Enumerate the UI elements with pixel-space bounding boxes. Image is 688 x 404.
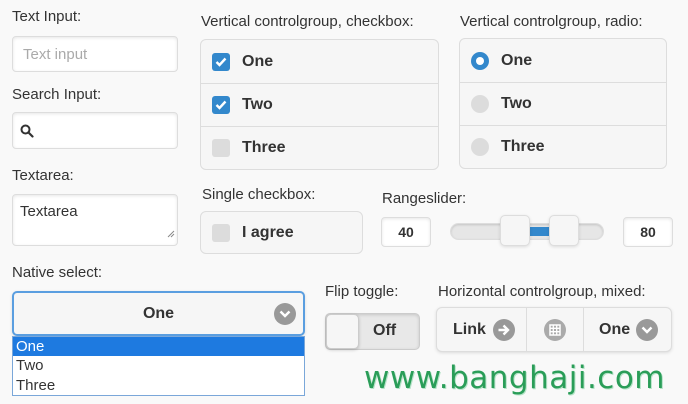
checkbox-checked-icon <box>212 96 230 114</box>
link-button-label: Link <box>453 320 486 338</box>
checkbox-item-label: One <box>242 52 274 70</box>
checkbox-unchecked-icon <box>212 223 230 242</box>
checkbox-item-label: Two <box>242 96 273 113</box>
native-select-value: One <box>142 304 175 322</box>
radio-item-one[interactable]: One <box>460 39 666 82</box>
flip-toggle-knob[interactable] <box>326 314 359 349</box>
horizontal-group-label: Horizontal controlgroup, mixed: <box>438 283 646 300</box>
text-input[interactable] <box>21 45 169 64</box>
radio-item-label: One <box>501 51 533 69</box>
select-option[interactable]: Three <box>13 376 304 396</box>
range-min-input[interactable]: 40 <box>381 217 431 247</box>
checkbox-item-label: Three <box>242 139 286 156</box>
flip-toggle-state: Off <box>373 322 397 339</box>
search-input-label: Search Input: <box>12 86 102 103</box>
textarea-wrapper: Textarea <box>12 194 178 246</box>
search-icon <box>20 124 34 138</box>
native-select-label: Native select: <box>12 264 103 281</box>
rangeslider-label: Rangeslider: <box>382 190 467 207</box>
search-input[interactable] <box>38 121 168 140</box>
checkbox-item-three[interactable]: Three <box>201 126 438 169</box>
radio-item-three[interactable]: Three <box>460 125 666 168</box>
vertical-radio-group: One Two Three <box>459 38 667 169</box>
mixed-select-value: One <box>599 320 631 338</box>
range-max-input[interactable]: 80 <box>623 217 673 247</box>
native-select-button[interactable]: One <box>12 291 305 336</box>
vertical-checkbox-label: Vertical controlgroup, checkbox: <box>201 13 414 30</box>
range-min-value: 40 <box>398 224 414 240</box>
radio-item-label: Two <box>501 95 532 112</box>
text-input-wrapper <box>12 36 178 72</box>
grid-icon <box>544 318 566 341</box>
range-handle-min[interactable] <box>499 215 530 246</box>
grid-button[interactable] <box>527 308 584 351</box>
textarea-label: Textarea: <box>12 167 74 184</box>
range-max-value: 80 <box>640 224 656 240</box>
radio-unselected-icon <box>471 95 489 113</box>
radio-unselected-icon <box>471 138 489 156</box>
checkbox-item-two[interactable]: Two <box>201 83 438 126</box>
single-checkbox-label: Single checkbox: <box>202 186 316 203</box>
radio-item-label: Three <box>501 138 545 155</box>
chevron-down-icon <box>636 318 659 341</box>
link-button[interactable]: Link <box>437 308 527 351</box>
select-option[interactable]: One <box>13 337 304 356</box>
text-input-label: Text Input: <box>12 8 82 25</box>
watermark-text: www.banghaji.com <box>364 360 666 396</box>
search-input-wrapper <box>12 112 178 149</box>
flip-toggle-label: Flip toggle: <box>325 283 399 300</box>
radio-item-two[interactable]: Two <box>460 82 666 125</box>
vertical-radio-label: Vertical controlgroup, radio: <box>460 13 643 30</box>
horizontal-group: Link One <box>436 307 672 352</box>
chevron-down-icon <box>274 303 296 325</box>
single-checkbox-row[interactable]: I agree <box>201 212 362 253</box>
single-checkbox[interactable]: I agree <box>200 211 363 254</box>
resize-handle-icon[interactable] <box>166 225 175 243</box>
checkbox-unchecked-icon <box>212 139 230 157</box>
radio-selected-icon <box>471 51 489 70</box>
single-checkbox-item-label: I agree <box>242 223 294 241</box>
range-handle-max[interactable] <box>549 215 580 246</box>
checkbox-checked-icon <box>212 52 230 71</box>
mixed-select-button[interactable]: One <box>584 308 671 351</box>
flip-toggle[interactable]: Off <box>325 313 420 350</box>
select-option[interactable]: Two <box>13 356 304 376</box>
vertical-checkbox-group: One Two Three <box>200 39 439 170</box>
arrow-right-icon <box>492 318 515 341</box>
checkbox-item-one[interactable]: One <box>201 40 438 83</box>
textarea-field[interactable]: Textarea <box>20 203 170 220</box>
native-select-dropdown: One Two Three <box>12 336 305 396</box>
